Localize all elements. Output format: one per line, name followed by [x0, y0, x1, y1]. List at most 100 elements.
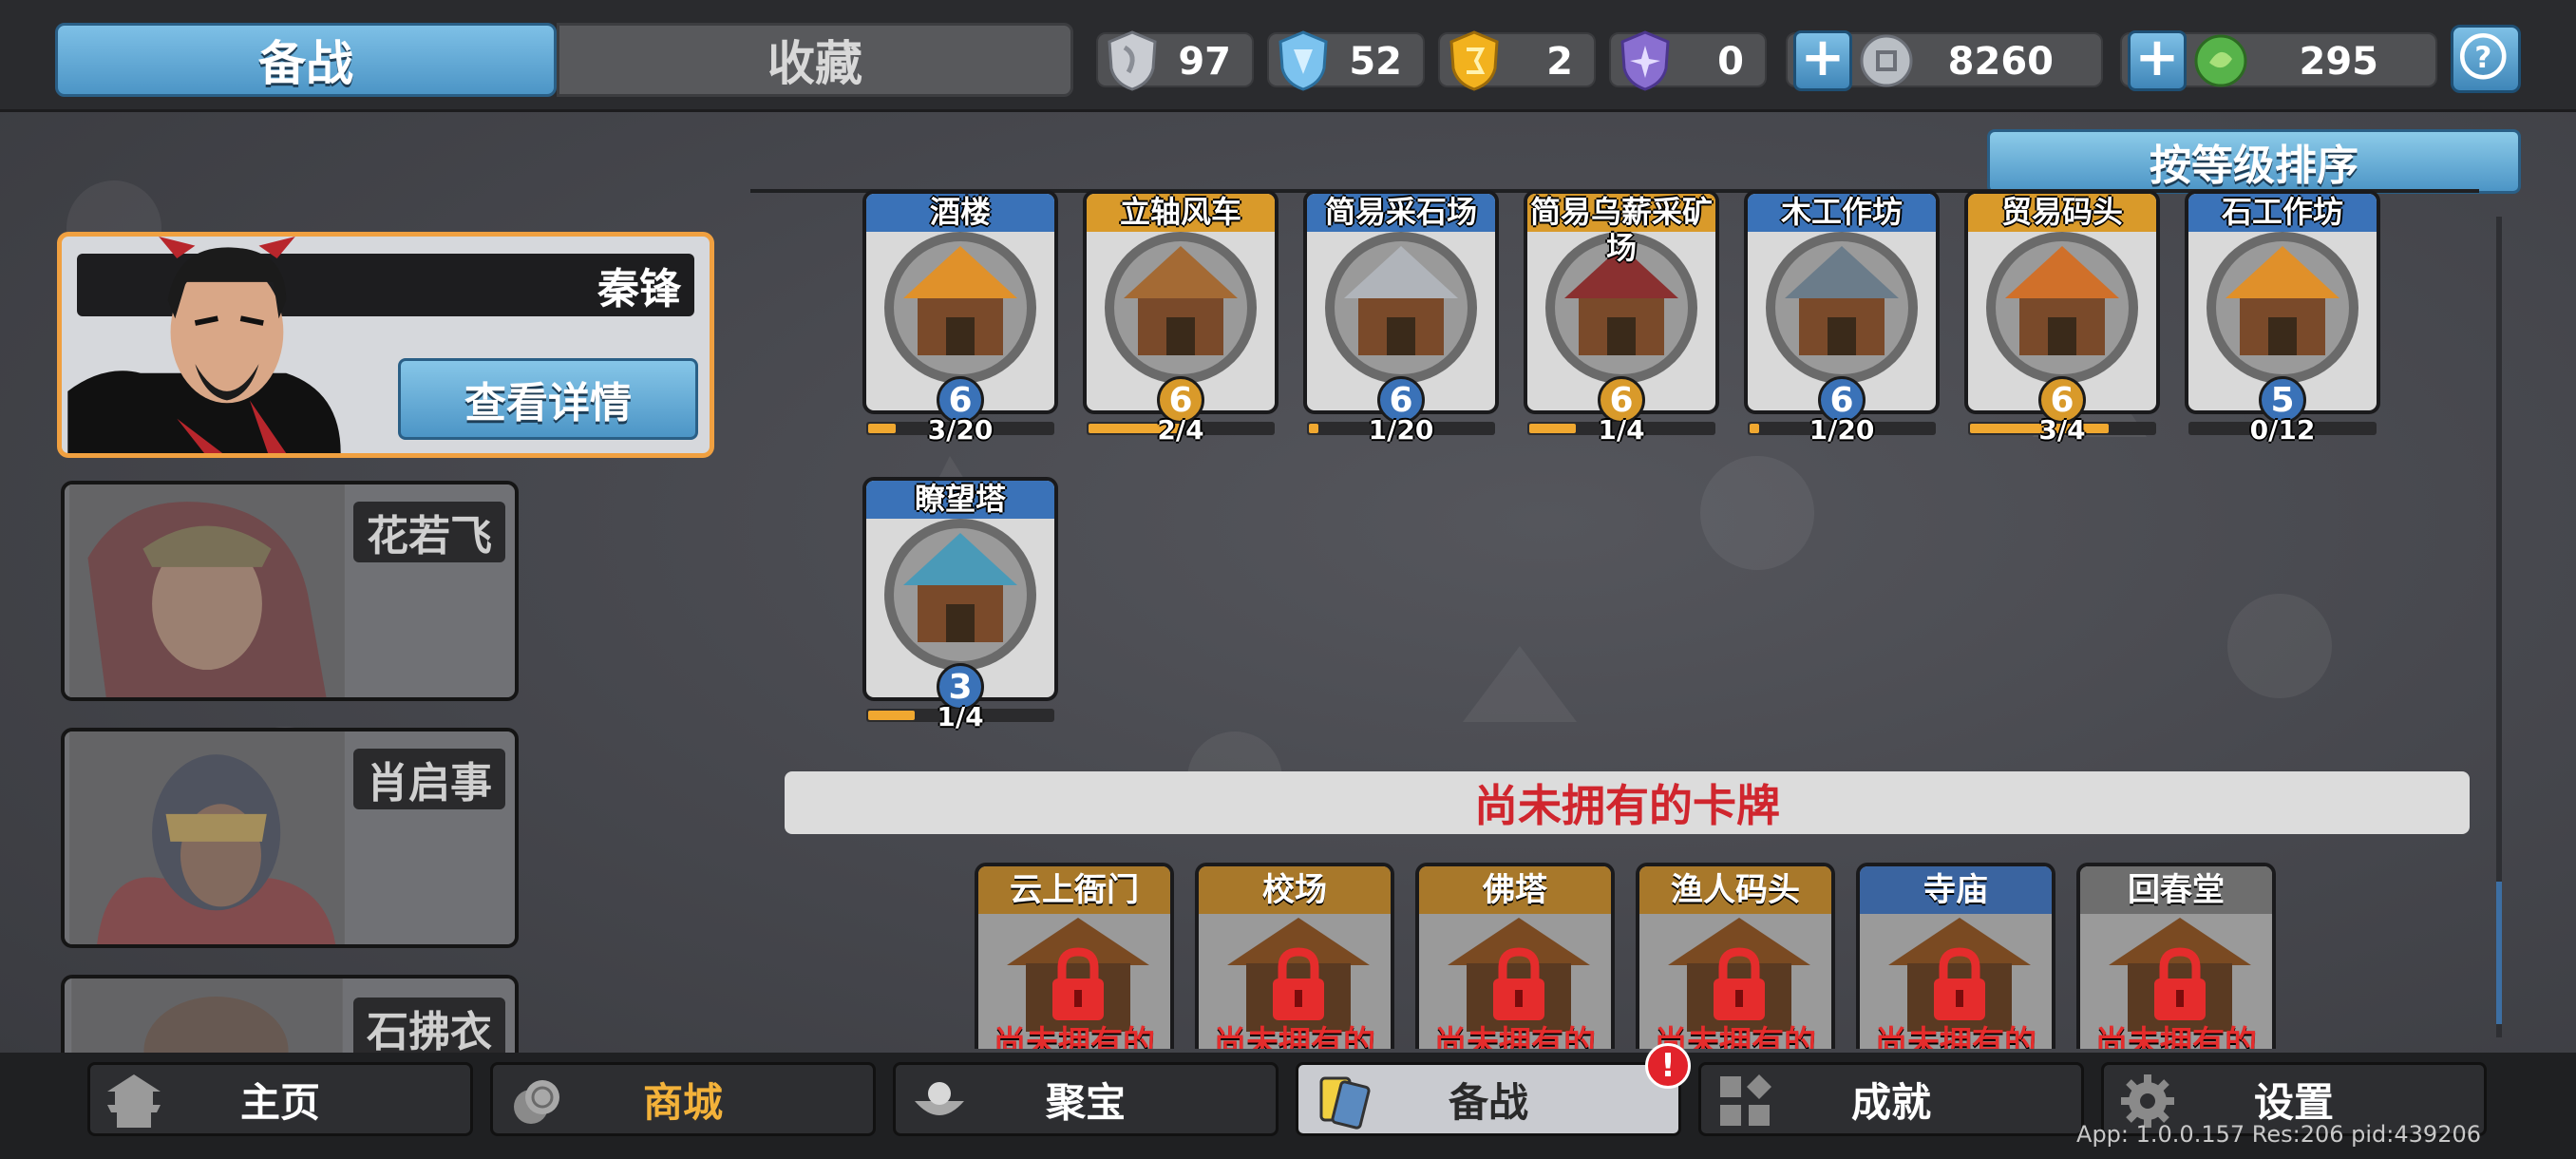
lock-icon: [1493, 947, 1544, 1020]
resource-silver-coin: + 8260: [1786, 30, 2103, 91]
card-title: 木工作坊: [1780, 194, 1903, 230]
not-owned-label: 尚未拥有的: [2095, 1024, 2257, 1049]
card-title: 校场: [1262, 871, 1327, 909]
hero-card[interactable]: 肖启事: [61, 728, 519, 948]
nav-button-2[interactable]: 聚宝: [893, 1062, 1279, 1136]
cards-icon: [1319, 1076, 1371, 1130]
building-card[interactable]: 木工作坊 6 1/20: [1744, 190, 1940, 446]
add-jade-coin-button[interactable]: +: [2128, 30, 2187, 91]
purple-shield-icon: [1620, 30, 1670, 91]
unowned-cards-banner: 尚未拥有的卡牌: [785, 771, 2470, 834]
version-label: App: 1.0.0.157 Res:206 pid:439206: [2076, 1121, 2481, 1148]
lock-icon: [1934, 947, 1985, 1020]
building-card[interactable]: 立轴风车 6 2/4: [1083, 190, 1279, 446]
not-owned-label: 尚未拥有的: [1214, 1024, 1375, 1049]
nav-label: 主页: [239, 1078, 320, 1126]
silver-shield-icon: [1108, 30, 1157, 91]
building-illustration: [884, 232, 1036, 384]
resource-value: 0: [1717, 40, 1744, 84]
nav-button-4[interactable]: 成就: [1698, 1062, 2084, 1136]
resource-jade-coin: + 295: [2120, 30, 2437, 91]
scrollbar-thumb[interactable]: [2496, 882, 2502, 1024]
silver-coin-icon: [1860, 34, 1913, 87]
card-title: 瞭望塔: [914, 481, 1006, 517]
building-illustration: [1766, 232, 1918, 384]
card-count: 3/4: [2038, 414, 2086, 446]
hero-name: 肖启事: [353, 749, 505, 809]
card-count: 3/20: [927, 414, 994, 446]
svg-text:?: ?: [2474, 41, 2491, 75]
help-button[interactable]: ?: [2451, 25, 2521, 93]
hero-card[interactable]: 石拂衣: [61, 975, 519, 1053]
card-title: 回春堂: [2128, 871, 2225, 909]
nav-label: 备战: [1448, 1078, 1528, 1126]
blue-shield-icon: [1279, 30, 1328, 91]
building-illustration: [884, 519, 1036, 671]
card-title: 佛塔: [1483, 871, 1547, 909]
hero-card[interactable]: 花若飞: [61, 481, 519, 701]
card-title: 寺庙: [1923, 871, 1988, 909]
tab-prepare[interactable]: 备战: [55, 23, 557, 97]
tab-collection[interactable]: 收藏: [557, 23, 1073, 97]
locked-building-card[interactable]: 回春堂 尚未拥有的: [2076, 863, 2276, 1049]
nav-button-0[interactable]: 主页: [87, 1062, 473, 1136]
resource-gold-shield: 2: [1438, 30, 1596, 91]
locked-building-card[interactable]: 校场 尚未拥有的: [1195, 863, 1394, 1049]
building-card[interactable]: 贸易码头 6 3/4: [1964, 190, 2160, 446]
building-illustration: [1986, 232, 2138, 384]
card-title: 酒楼: [929, 194, 991, 230]
nav-label: 聚宝: [1045, 1078, 1126, 1126]
building-card[interactable]: 简易乌薪采矿场 6 1/4: [1524, 190, 1719, 446]
resource-value: 52: [1349, 40, 1402, 84]
building-card[interactable]: 瞭望塔 3 1/4: [862, 477, 1058, 732]
pagoda-icon: [107, 1074, 161, 1128]
nav-button-3[interactable]: 备战: [1296, 1062, 1681, 1136]
building-card[interactable]: 酒楼 6 3/20: [862, 190, 1058, 446]
resource-blue-shield: 52: [1267, 30, 1425, 91]
resource-value: 8260: [1947, 40, 2054, 84]
card-title: 石工作坊: [2221, 194, 2343, 230]
lock-icon: [1273, 947, 1324, 1020]
card-count: 0/12: [2249, 414, 2316, 446]
hero-name: 石拂衣: [353, 998, 505, 1053]
achievement-grid-icon: [1720, 1074, 1771, 1126]
locked-building-card[interactable]: 云上衙门 尚未拥有的: [975, 863, 1174, 1049]
locked-building-card[interactable]: 渔人码头 尚未拥有的: [1636, 863, 1835, 1049]
top-bar: 备战 收藏 97 52 2 0 + 8260 + 295 ?: [0, 0, 2576, 112]
card-count: 2/4: [1157, 414, 1204, 446]
view-details-button[interactable]: 查看详情: [398, 358, 698, 440]
not-owned-label: 尚未拥有的: [1875, 1024, 2036, 1049]
card-list-scrollbar[interactable]: [2496, 217, 2502, 1037]
card-title: 简易采石场: [1324, 194, 1477, 230]
locked-building-card[interactable]: 寺庙 尚未拥有的: [1856, 863, 2055, 1049]
resource-value: 295: [2299, 40, 2379, 84]
hero-name: 花若飞: [353, 502, 505, 562]
building-card[interactable]: 石工作坊 5 0/12: [2185, 190, 2380, 446]
resource-silver-shield: 97: [1096, 30, 1254, 91]
lock-icon: [1052, 947, 1104, 1020]
question-icon: ?: [2459, 32, 2507, 80]
locked-building-card[interactable]: 佛塔 尚未拥有的: [1415, 863, 1615, 1049]
not-owned-label: 尚未拥有的: [994, 1024, 1155, 1049]
sort-by-level-button[interactable]: 按等级排序: [1987, 129, 2521, 194]
building-illustration: [1325, 232, 1477, 384]
resource-purple-shield: 0: [1609, 30, 1767, 91]
gold-shield-icon: [1449, 30, 1499, 91]
nav-label: 商城: [642, 1078, 723, 1126]
nav-label: 成就: [1850, 1078, 1931, 1126]
card-count: 1/4: [937, 701, 984, 732]
building-illustration: [1105, 232, 1257, 384]
card-count: 1/4: [1598, 414, 1645, 446]
lock-icon: [2154, 947, 2206, 1020]
resource-value: 2: [1546, 40, 1573, 84]
building-card[interactable]: 简易采石场 6 1/20: [1303, 190, 1499, 446]
jade-coin-icon: [2194, 34, 2247, 87]
hero-portrait: [67, 237, 341, 453]
nav-button-1[interactable]: 商城: [490, 1062, 876, 1136]
hero-card-selected[interactable]: 秦锋 查看详情: [57, 232, 714, 458]
card-title: 立轴风车: [1119, 194, 1241, 230]
add-silver-coin-button[interactable]: +: [1793, 30, 1852, 91]
card-title: 贸易码头: [2000, 194, 2123, 230]
coins-icon: [514, 1080, 559, 1124]
card-title: 渔人码头: [1671, 871, 1800, 909]
